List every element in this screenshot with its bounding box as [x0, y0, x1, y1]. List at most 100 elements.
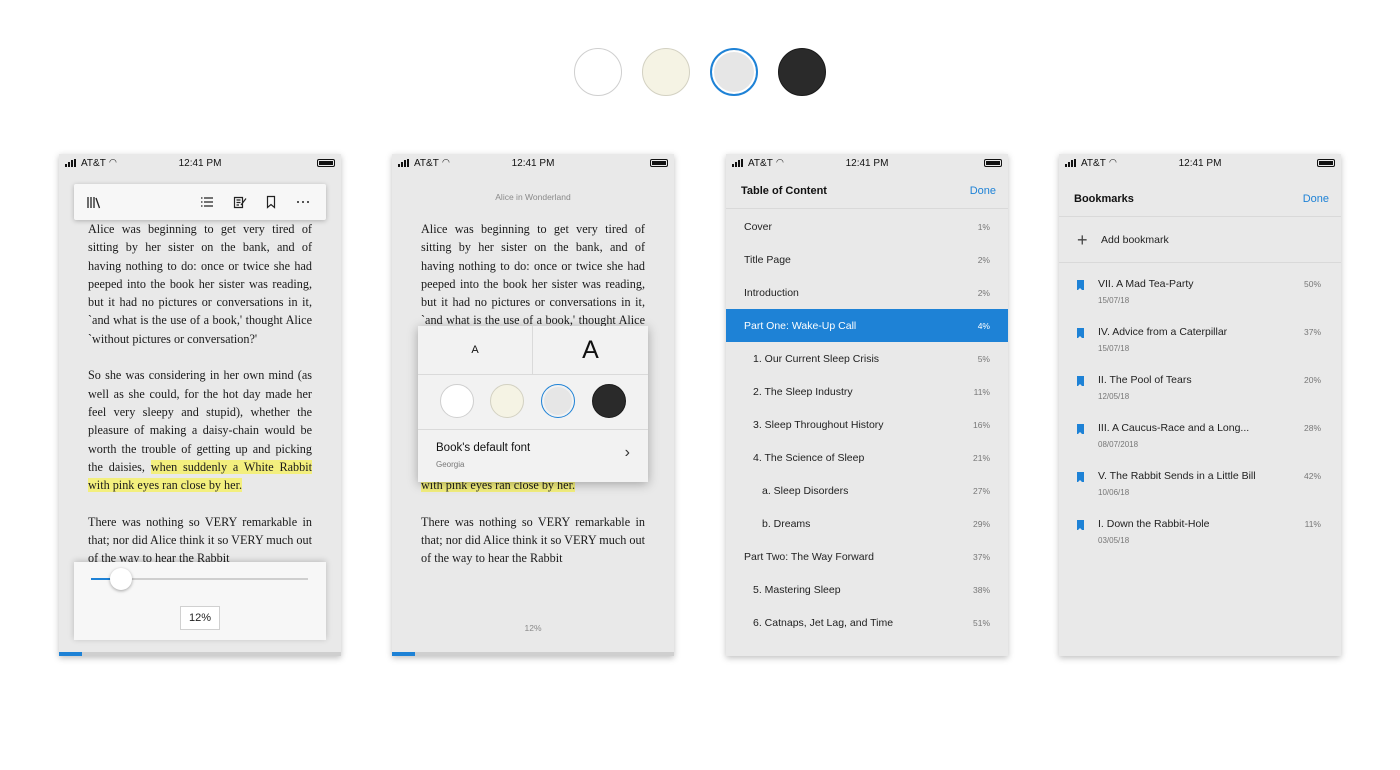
- status-bar: AT&T ◠ 12:41 PM: [1059, 154, 1341, 174]
- book-paragraph: There was nothing so VERY remarkable in …: [88, 514, 312, 566]
- theme-white-option[interactable]: [574, 48, 622, 96]
- book-title: Alice in Wonderland: [495, 192, 571, 202]
- bookmarks-screen: AT&T ◠ 12:41 PM Bookmarks Done + Add boo…: [1059, 154, 1341, 656]
- reader-toolbar: [74, 184, 326, 220]
- bookmark-item[interactable]: VII. A Mad Tea-Party 15/07/18 50%: [1059, 270, 1341, 318]
- toc-item[interactable]: Introduction 2%: [726, 276, 1008, 309]
- toc-item-label: Part One: Wake-Up Call: [744, 320, 857, 332]
- page-slider[interactable]: [91, 568, 308, 590]
- status-bar: AT&T ◠ 12:41 PM: [392, 154, 674, 174]
- list-icon[interactable]: [200, 195, 214, 209]
- toc-item-label: 5. Mastering Sleep: [753, 584, 841, 596]
- toc-item-label: 1. Our Current Sleep Crisis: [753, 353, 880, 365]
- bookmark-icon[interactable]: [264, 195, 278, 209]
- toc-item-label: 3. Sleep Throughout History: [753, 419, 884, 431]
- bookmark-title: V. The Rabbit Sends in a Little Bill: [1098, 470, 1256, 482]
- toc-item[interactable]: Part One: Wake-Up Call 4%: [726, 309, 1008, 342]
- bookmark-item[interactable]: V. The Rabbit Sends in a Little Bill 10/0…: [1059, 462, 1341, 510]
- clock: 12:41 PM: [178, 158, 222, 169]
- bookmark-percent: 42%: [1303, 471, 1321, 481]
- bookmark-title: IV. Advice from a Caterpillar: [1098, 326, 1228, 338]
- clock: 12:41 PM: [511, 158, 555, 169]
- toc-item-label: Cover: [744, 221, 773, 233]
- toc-item[interactable]: b. Dreams 29%: [726, 507, 1008, 540]
- bookmark-icon: [1077, 376, 1084, 387]
- bookmark-icon: [1077, 280, 1084, 291]
- battery-icon: [1317, 159, 1335, 167]
- theme-dark-option[interactable]: [778, 48, 826, 96]
- toc-item[interactable]: 6. Catnaps, Jet Lag, and Time 51%: [726, 606, 1008, 639]
- toc-item-percent: 29%: [972, 519, 990, 529]
- status-bar: AT&T ◠ 12:41 PM: [59, 154, 341, 174]
- toc-item[interactable]: 3. Sleep Throughout History 16%: [726, 408, 1008, 441]
- divider: [1059, 262, 1341, 263]
- toc-item-percent: 38%: [972, 585, 990, 595]
- bookmark-item[interactable]: II. The Pool of Tears 12/05/18 20%: [1059, 366, 1341, 414]
- theme-sepia-option[interactable]: [490, 384, 524, 418]
- add-bookmark-button[interactable]: + Add bookmark: [1059, 224, 1341, 256]
- reading-progress-bar: [392, 652, 674, 656]
- bookmark-title: VII. A Mad Tea-Party: [1098, 278, 1194, 290]
- reader-screen: AT&T ◠ 12:41 PM Alice was beginning to g…: [59, 154, 341, 656]
- chevron-right-icon: ›: [624, 444, 630, 461]
- bookmark-percent: 37%: [1303, 327, 1321, 337]
- toc-item[interactable]: 2. The Sleep Industry 11%: [726, 375, 1008, 408]
- library-icon[interactable]: [87, 195, 101, 209]
- toc-item-percent: 1%: [977, 222, 990, 232]
- toc-item-percent: 27%: [972, 486, 990, 496]
- toc-item-label: 6. Catnaps, Jet Lag, and Time: [753, 617, 894, 629]
- reading-progress-fill: [59, 652, 82, 656]
- battery-icon: [984, 159, 1002, 167]
- bookmark-item[interactable]: I. Down the Rabbit-Hole 03/05/18 11%: [1059, 510, 1341, 558]
- toc-item[interactable]: a. Sleep Disorders 27%: [726, 474, 1008, 507]
- toc-item[interactable]: 4. The Science of Sleep 21%: [726, 441, 1008, 474]
- bookmark-percent: 20%: [1303, 375, 1321, 385]
- increase-font-button[interactable]: A: [533, 326, 648, 374]
- decrease-font-button[interactable]: A: [418, 326, 533, 374]
- toc-item-percent: 2%: [977, 255, 990, 265]
- toc-item[interactable]: Title Page 2%: [726, 243, 1008, 276]
- slider-value: 12%: [180, 606, 220, 630]
- reader-font-settings-screen: AT&T ◠ 12:41 PM Alice in Wonderland Alic…: [392, 154, 674, 656]
- bookmark-date: 12/05/18: [1098, 392, 1130, 401]
- toc-item-label: Part Two: The Way Forward: [744, 551, 874, 563]
- toc-item[interactable]: 5. Mastering Sleep 38%: [726, 573, 1008, 606]
- toc-item-percent: 21%: [972, 453, 990, 463]
- bookmark-item[interactable]: III. A Caucus-Race and a Long... 08/07/20…: [1059, 414, 1341, 462]
- theme-white-option[interactable]: [440, 384, 474, 418]
- toc-item[interactable]: Part Two: The Way Forward 37%: [726, 540, 1008, 573]
- theme-sepia-option[interactable]: [642, 48, 690, 96]
- book-paragraph: So she was considering in her own mind (…: [88, 368, 313, 493]
- theme-dark-option[interactable]: [592, 384, 626, 418]
- add-bookmark-label: Add bookmark: [1101, 234, 1169, 246]
- bookmark-date: 15/07/18: [1098, 296, 1130, 305]
- done-button[interactable]: Done: [970, 185, 996, 197]
- toc-item[interactable]: 1. Our Current Sleep Crisis 5%: [726, 342, 1008, 375]
- font-settings-popup: A A Book's default font Georgia ›: [418, 326, 648, 482]
- battery-icon: [317, 159, 335, 167]
- toc-item-percent: 5%: [977, 354, 990, 364]
- bookmark-icon: [1077, 520, 1084, 531]
- toc-list: Cover 1% Title Page 2% Introduction 2% Part On…: [726, 210, 1008, 639]
- toc-item-label: b. Dreams: [762, 518, 811, 530]
- toc-item-label: 4. The Science of Sleep: [753, 452, 865, 464]
- book-text: Alice was beginning to get very tired of…: [88, 220, 313, 586]
- divider: [1059, 216, 1341, 217]
- bookmark-item[interactable]: IV. Advice from a Caterpillar 15/07/18 37%: [1059, 318, 1341, 366]
- bookmark-percent: 28%: [1303, 423, 1321, 433]
- theme-gray-option[interactable]: [710, 48, 758, 96]
- bookmark-date: 10/06/18: [1098, 488, 1130, 497]
- toc-item-percent: 4%: [977, 321, 990, 331]
- current-font-name: Georgia: [436, 460, 465, 469]
- font-selector[interactable]: Book's default font Georgia ›: [418, 430, 648, 482]
- notes-icon[interactable]: [233, 195, 247, 209]
- toc-item[interactable]: Cover 1%: [726, 210, 1008, 243]
- theme-gray-option[interactable]: [541, 384, 575, 418]
- done-button[interactable]: Done: [1303, 193, 1329, 205]
- slider-thumb[interactable]: [110, 568, 133, 590]
- more-icon[interactable]: [296, 195, 310, 209]
- book-paragraph: There was nothing so VERY remarkable in …: [421, 514, 645, 566]
- toc-item-label: Introduction: [744, 287, 799, 299]
- toc-title: Table of Content: [741, 185, 827, 197]
- bookmark-icon: [1077, 328, 1084, 339]
